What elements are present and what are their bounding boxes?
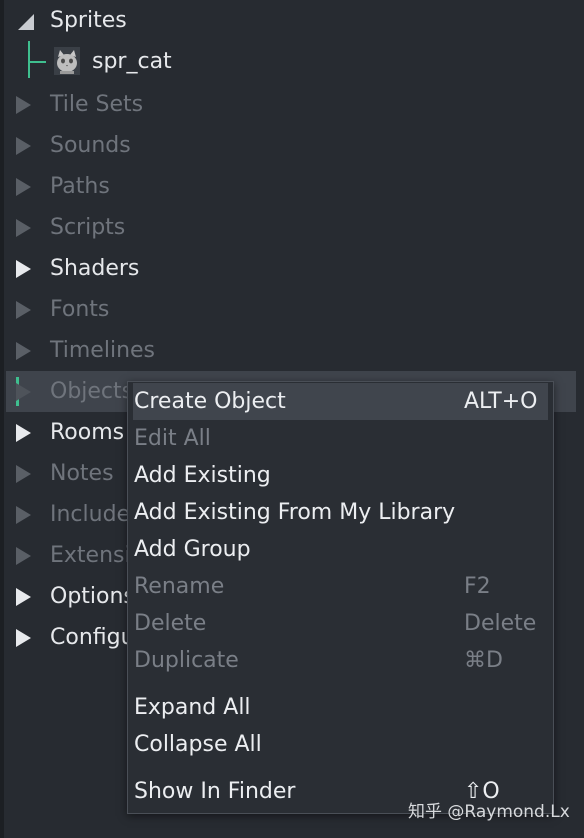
tree-connector-vertical <box>28 41 30 78</box>
tree-item-sounds[interactable]: Sounds <box>6 125 576 166</box>
menu-item-create-object[interactable]: Create Object ALT+O <box>133 383 548 420</box>
collapse-arrow-icon[interactable] <box>16 465 31 483</box>
panel-edge <box>0 0 4 838</box>
menu-item-label: Add Existing <box>134 463 271 488</box>
menu-item-label: Duplicate <box>134 648 239 673</box>
cat-sprite-icon <box>54 47 80 75</box>
menu-item-delete[interactable]: Delete Delete <box>133 605 548 642</box>
tree-item-label: Rooms <box>50 420 125 445</box>
menu-item-label: Show In Finder <box>134 779 296 804</box>
collapse-arrow-icon[interactable] <box>16 260 31 278</box>
menu-item-shortcut: Delete <box>464 611 537 636</box>
tree-item-timelines[interactable]: Timelines <box>6 330 576 371</box>
menu-item-shortcut: ⌘D <box>464 648 503 673</box>
menu-item-rename[interactable]: Rename F2 <box>133 568 548 605</box>
tree-item-label: Paths <box>50 174 110 199</box>
tree-item-shaders[interactable]: Shaders <box>6 248 576 289</box>
menu-item-collapse-all[interactable]: Collapse All <box>133 726 548 763</box>
menu-item-edit-all[interactable]: Edit All <box>133 420 548 457</box>
collapse-arrow-icon[interactable] <box>16 96 31 114</box>
collapse-arrow-icon[interactable] <box>16 383 31 401</box>
menu-item-shortcut: F2 <box>464 574 491 599</box>
menu-item-label: Rename <box>134 574 225 599</box>
tree-item-label: Scripts <box>50 215 126 240</box>
context-menu: Create Object ALT+O Edit All Add Existin… <box>127 381 554 814</box>
collapse-arrow-icon[interactable] <box>16 219 31 237</box>
tree-item-paths[interactable]: Paths <box>6 166 576 207</box>
tree-item-tile-sets[interactable]: Tile Sets <box>6 84 576 125</box>
collapse-arrow-icon[interactable] <box>16 547 31 565</box>
tree-item-label: spr_cat <box>92 49 172 74</box>
collapse-arrow-icon[interactable] <box>16 178 31 196</box>
tree-item-label: Tile Sets <box>50 92 144 117</box>
tree-item-sprites[interactable]: Sprites <box>6 0 576 41</box>
tree-item-label: Timelines <box>50 338 156 363</box>
tree-item-label: Sounds <box>50 133 131 158</box>
collapse-arrow-icon[interactable] <box>16 137 31 155</box>
menu-item-add-group[interactable]: Add Group <box>133 531 548 568</box>
menu-item-label: Create Object <box>134 389 286 414</box>
menu-item-label: Add Existing From My Library <box>134 500 456 525</box>
menu-item-label: Expand All <box>134 695 251 720</box>
expand-arrow-icon[interactable] <box>18 14 34 30</box>
watermark: 知乎 @Raymond.Lx <box>408 802 570 822</box>
menu-item-label: Add Group <box>134 537 251 562</box>
tree-item-spr-cat[interactable]: spr_cat <box>90 41 290 82</box>
menu-item-add-existing[interactable]: Add Existing <box>133 457 548 494</box>
collapse-arrow-icon[interactable] <box>16 342 31 360</box>
menu-item-add-existing-from-library[interactable]: Add Existing From My Library <box>133 494 548 531</box>
tree-item-label: Fonts <box>50 297 110 322</box>
menu-item-label: Collapse All <box>134 732 262 757</box>
tree-item-label: Options <box>50 584 135 609</box>
menu-item-label: Edit All <box>134 426 211 451</box>
tree-connector-horizontal <box>28 61 46 63</box>
menu-item-label: Delete <box>134 611 207 636</box>
menu-item-duplicate[interactable]: Duplicate ⌘D <box>133 642 548 679</box>
collapse-arrow-icon[interactable] <box>16 506 31 524</box>
tree-item-fonts[interactable]: Fonts <box>6 289 576 330</box>
tree-item-label: Shaders <box>50 256 140 281</box>
collapse-arrow-icon[interactable] <box>16 301 31 319</box>
menu-item-expand-all[interactable]: Expand All <box>133 689 548 726</box>
collapse-arrow-icon[interactable] <box>16 629 31 647</box>
tree-item-label: Sprites <box>50 8 127 33</box>
collapse-arrow-icon[interactable] <box>16 424 31 442</box>
tree-item-label: Objects <box>50 379 134 404</box>
collapse-arrow-icon[interactable] <box>16 588 31 606</box>
menu-item-shortcut: ALT+O <box>464 389 538 414</box>
tree-item-scripts[interactable]: Scripts <box>6 207 576 248</box>
tree-item-label: Notes <box>50 461 114 486</box>
